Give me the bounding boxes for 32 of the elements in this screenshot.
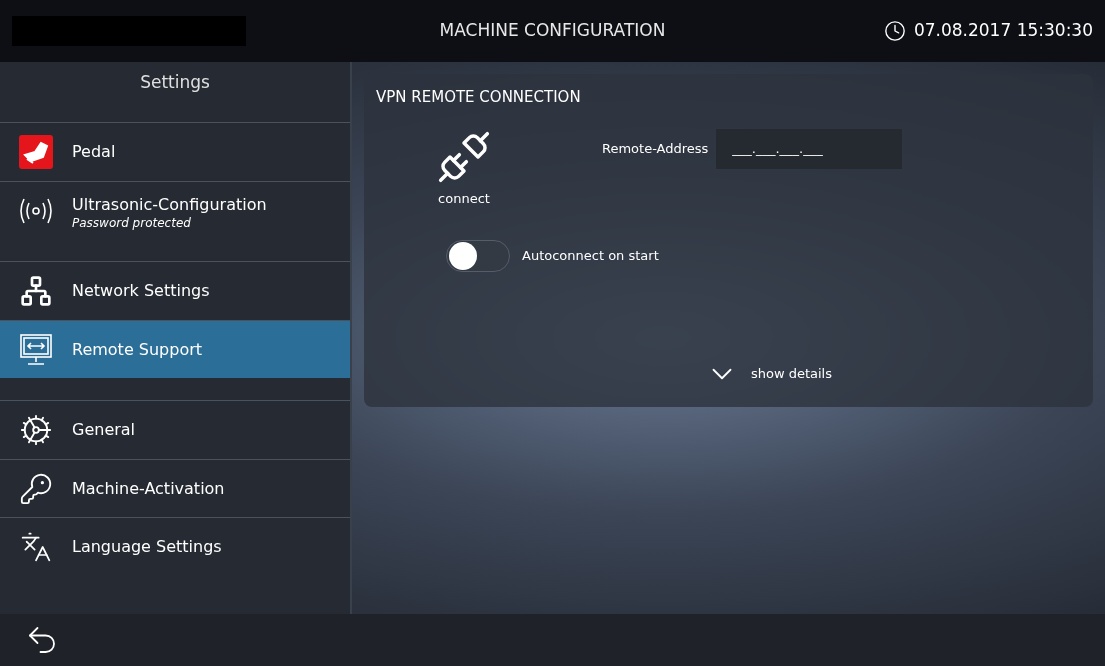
address-field[interactable]: ___.___.___.___	[716, 128, 903, 169]
address-label: Remote-Address	[602, 139, 709, 158]
item-label: Network Settings	[72, 280, 210, 302]
sidebar-item[interactable]: Pedal	[0, 123, 350, 181]
sidebar-title: Settings	[139, 71, 211, 94]
autoconnect-toggle[interactable]	[446, 240, 510, 272]
item-label: Remote Support	[72, 338, 203, 361]
gears-icon	[19, 413, 53, 447]
monitor-arrows-icon	[19, 332, 53, 367]
sidebar-item[interactable]: Network Settings	[0, 262, 350, 320]
item-label: Machine-Activation	[72, 477, 225, 500]
show-details-button[interactable]: show details	[704, 357, 832, 391]
network-icon	[20, 275, 52, 307]
screen-title: MACHINE CONFIGURATION	[439, 19, 666, 43]
sidebar-item[interactable]: Remote Support	[0, 320, 350, 378]
sidebar-item[interactable]: General	[0, 401, 350, 459]
item-label: Ultrasonic-Configuration	[72, 193, 267, 216]
date-time: 07.08.2017 15:30:30	[913, 19, 1093, 43]
language-icon	[20, 530, 52, 563]
panel-title: VPN REMOTE CONNECTION	[376, 87, 582, 108]
key-icon	[19, 471, 53, 506]
item-label: General	[72, 419, 136, 441]
autoconnect-label: Autoconnect on start	[522, 247, 659, 266]
item-label: Language Settings	[72, 535, 222, 558]
item-label: Pedal	[72, 141, 116, 163]
sidebar-item[interactable]: Ultrasonic-Configuration Password protected	[0, 181, 350, 239]
sidebar-item[interactable]: Machine-Activation	[0, 459, 350, 517]
connect-button[interactable]: connect	[436, 128, 492, 208]
sidebar-item[interactable]: Language Settings	[0, 517, 350, 575]
item-note: Password protected	[72, 216, 192, 229]
pedal-icon	[19, 135, 53, 169]
clock-icon	[883, 20, 906, 42]
